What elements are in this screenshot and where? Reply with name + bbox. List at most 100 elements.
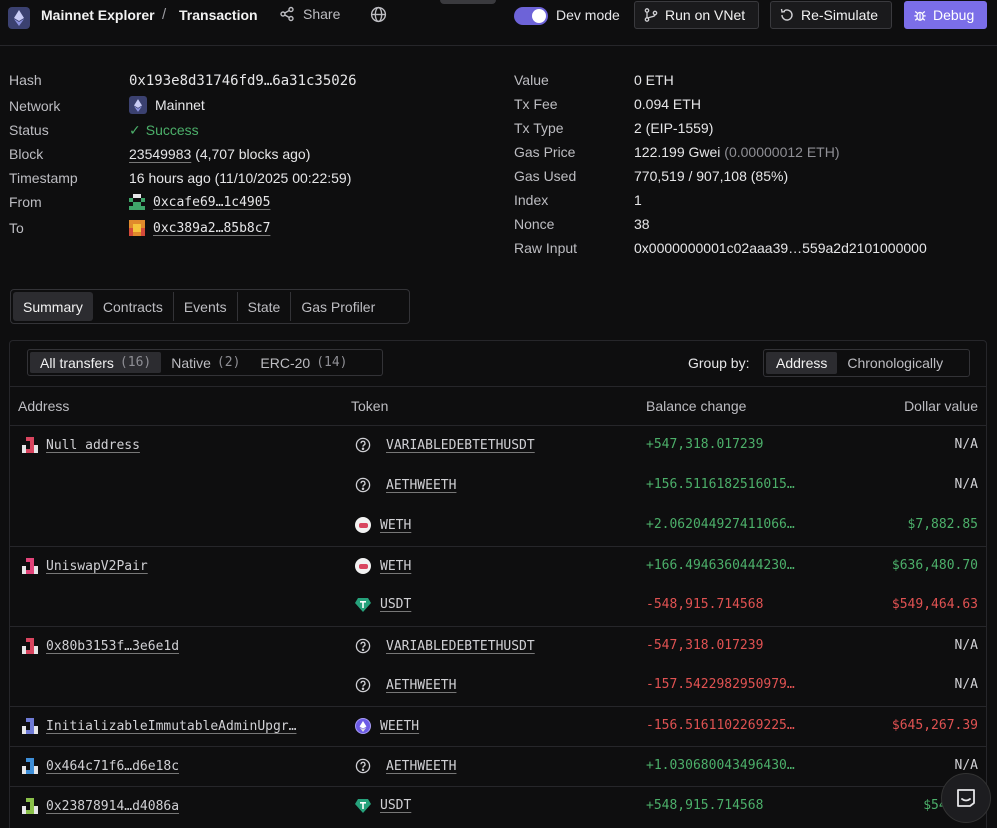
balance-change: +156.5116182516015… <box>646 477 795 492</box>
block-label: Block <box>9 146 44 162</box>
address-link[interactable]: 0x464c71f6…d6e18c <box>46 759 179 774</box>
table-row: InitializableImmutableAdminUpgr… WEETH -15… <box>10 706 986 746</box>
to-value: 0xc389a2…85b8c7 <box>129 220 270 236</box>
tx-fee-label: Tx Fee <box>514 96 558 112</box>
token-link[interactable]: USDT <box>380 798 411 813</box>
token-link[interactable]: AETHWEETH <box>386 478 456 493</box>
token-link[interactable]: AETHWEETH <box>386 759 456 774</box>
address-link[interactable]: InitializableImmutableAdminUpgr… <box>46 719 296 734</box>
raw-input-value[interactable]: 0x0000000001c02aaa39…559a2d2101000000 <box>634 240 927 256</box>
support-chat-button[interactable] <box>941 773 991 823</box>
weth-icon <box>355 517 371 533</box>
filter-native[interactable]: Native (2) <box>161 352 250 373</box>
value-value: 0 ETH <box>634 72 674 88</box>
debug-button[interactable]: Debug <box>904 1 987 29</box>
page-title: Transaction <box>179 7 258 23</box>
address-link[interactable]: 0x23878914…d4086a <box>46 799 179 814</box>
filter-native-label: Native <box>171 354 211 371</box>
token-cell: AETHWEETH <box>355 477 456 493</box>
index-label: Index <box>514 192 549 208</box>
status-label: Status <box>9 122 49 138</box>
token-cell: USDT <box>355 798 411 813</box>
hash-value[interactable]: 0x193e8d31746fd9…6a31c35026 <box>129 73 357 89</box>
share-button[interactable]: Share <box>279 6 340 22</box>
filter-erc20-count: (14) <box>316 355 348 370</box>
dollar-value: $645,267.39 <box>891 718 978 733</box>
token-link[interactable]: USDT <box>380 597 411 612</box>
dollar-value: N/A <box>954 758 978 773</box>
re-simulate-button[interactable]: Re-Simulate <box>770 1 892 29</box>
ethereum-network-icon <box>129 96 147 114</box>
share-label: Share <box>303 6 341 22</box>
address-identicon-icon <box>22 718 38 734</box>
to-identicon-icon <box>129 220 145 236</box>
unknown-token-icon <box>355 758 371 774</box>
token-cell: USDT <box>355 597 411 612</box>
tab-events[interactable]: Events <box>174 292 238 321</box>
gas-price-eth: (0.00000012 ETH) <box>724 144 840 160</box>
address-cell: Null address <box>22 437 140 453</box>
token-link[interactable]: VARIABLEDEBTETHUSDT <box>386 438 535 453</box>
raw-input-label: Raw Input <box>514 240 578 256</box>
address-link[interactable]: UniswapV2Pair <box>46 559 148 574</box>
token-link[interactable]: VARIABLEDEBTETHUSDT <box>386 639 535 654</box>
status-text: Success <box>145 122 199 138</box>
address-cell: InitializableImmutableAdminUpgr… <box>22 718 296 734</box>
address-cell: 0x80b3153f…3e6e1d <box>22 638 179 654</box>
table-row: 0x80b3153f…3e6e1d VARIABLEDEBTETHUSDT -547… <box>10 626 986 666</box>
balance-change: -156.5161102269225… <box>646 718 795 733</box>
block-number-link[interactable]: 23549983 <box>129 146 191 162</box>
gas-price-label: Gas Price <box>514 144 576 160</box>
filter-native-count: (2) <box>216 355 241 370</box>
group-by-chronologically[interactable]: Chronologically <box>837 352 953 374</box>
gas-used-label: Gas Used <box>514 168 577 184</box>
from-address-link[interactable]: 0xcafe69…1c4905 <box>153 195 270 210</box>
balance-change: +166.4946360444230… <box>646 558 795 573</box>
group-by-toggle: Address Chronologically <box>763 349 970 377</box>
tab-gas-profiler[interactable]: Gas Profiler <box>291 292 385 321</box>
token-link[interactable]: WEETH <box>380 719 419 734</box>
network-label: Network <box>9 98 61 114</box>
block-value: 23549983 (4,707 blocks ago) <box>129 146 310 162</box>
address-cell: 0x464c71f6…d6e18c <box>22 758 179 774</box>
token-cell: AETHWEETH <box>355 758 456 774</box>
dollar-value: $7,882.85 <box>907 517 978 532</box>
address-link[interactable]: 0x80b3153f…3e6e1d <box>46 639 179 654</box>
dollar-value: N/A <box>954 638 978 653</box>
dollar-value: N/A <box>954 437 978 452</box>
filter-all-transfers[interactable]: All transfers (16) <box>30 352 162 373</box>
balance-change: -157.5422982950979… <box>646 677 795 692</box>
nonce-value: 38 <box>634 216 650 232</box>
tx-type-value: 2 (EIP-1559) <box>634 120 714 136</box>
address-identicon-icon <box>22 558 38 574</box>
table-row: Null address VARIABLEDEBTETHUSDT +547,318.… <box>10 426 986 466</box>
to-address-link[interactable]: 0xc389a2…85b8c7 <box>153 221 270 236</box>
balance-change: -548,915.714568 <box>646 597 764 612</box>
tab-summary[interactable]: Summary <box>13 292 93 321</box>
globe-icon[interactable] <box>370 6 387 26</box>
token-link[interactable]: AETHWEETH <box>386 678 456 693</box>
chat-icon <box>957 789 975 807</box>
filter-erc20[interactable]: ERC-20 (14) <box>250 352 357 373</box>
table-row: WETH +2.062044927411066… $7,882.85 <box>10 506 986 546</box>
explorer-breadcrumb[interactable]: Mainnet Explorer <box>41 7 155 23</box>
tx-type-label: Tx Type <box>514 120 564 136</box>
tab-state[interactable]: State <box>238 292 292 321</box>
run-on-vnet-button[interactable]: Run on VNet <box>634 1 759 29</box>
from-identicon-icon <box>129 194 145 210</box>
filter-erc20-label: ERC-20 <box>260 354 311 371</box>
token-link[interactable]: WETH <box>380 559 411 574</box>
timestamp-value: 16 hours ago (11/10/2025 00:22:59) <box>129 170 352 186</box>
column-dollar-value: Dollar value <box>904 398 978 414</box>
balance-change: +547,318.017239 <box>646 437 764 452</box>
from-label: From <box>9 194 42 210</box>
dev-mode-toggle[interactable] <box>514 7 548 25</box>
group-by-address[interactable]: Address <box>766 352 838 374</box>
address-link[interactable]: Null address <box>46 438 140 453</box>
bug-icon <box>914 11 926 21</box>
column-balance-change: Balance change <box>646 398 747 414</box>
run-on-vnet-label: Run on VNet <box>665 7 746 23</box>
token-link[interactable]: WETH <box>380 518 411 533</box>
gas-price-gwei: 122.199 Gwei <box>634 144 721 160</box>
tab-contracts[interactable]: Contracts <box>93 292 174 321</box>
